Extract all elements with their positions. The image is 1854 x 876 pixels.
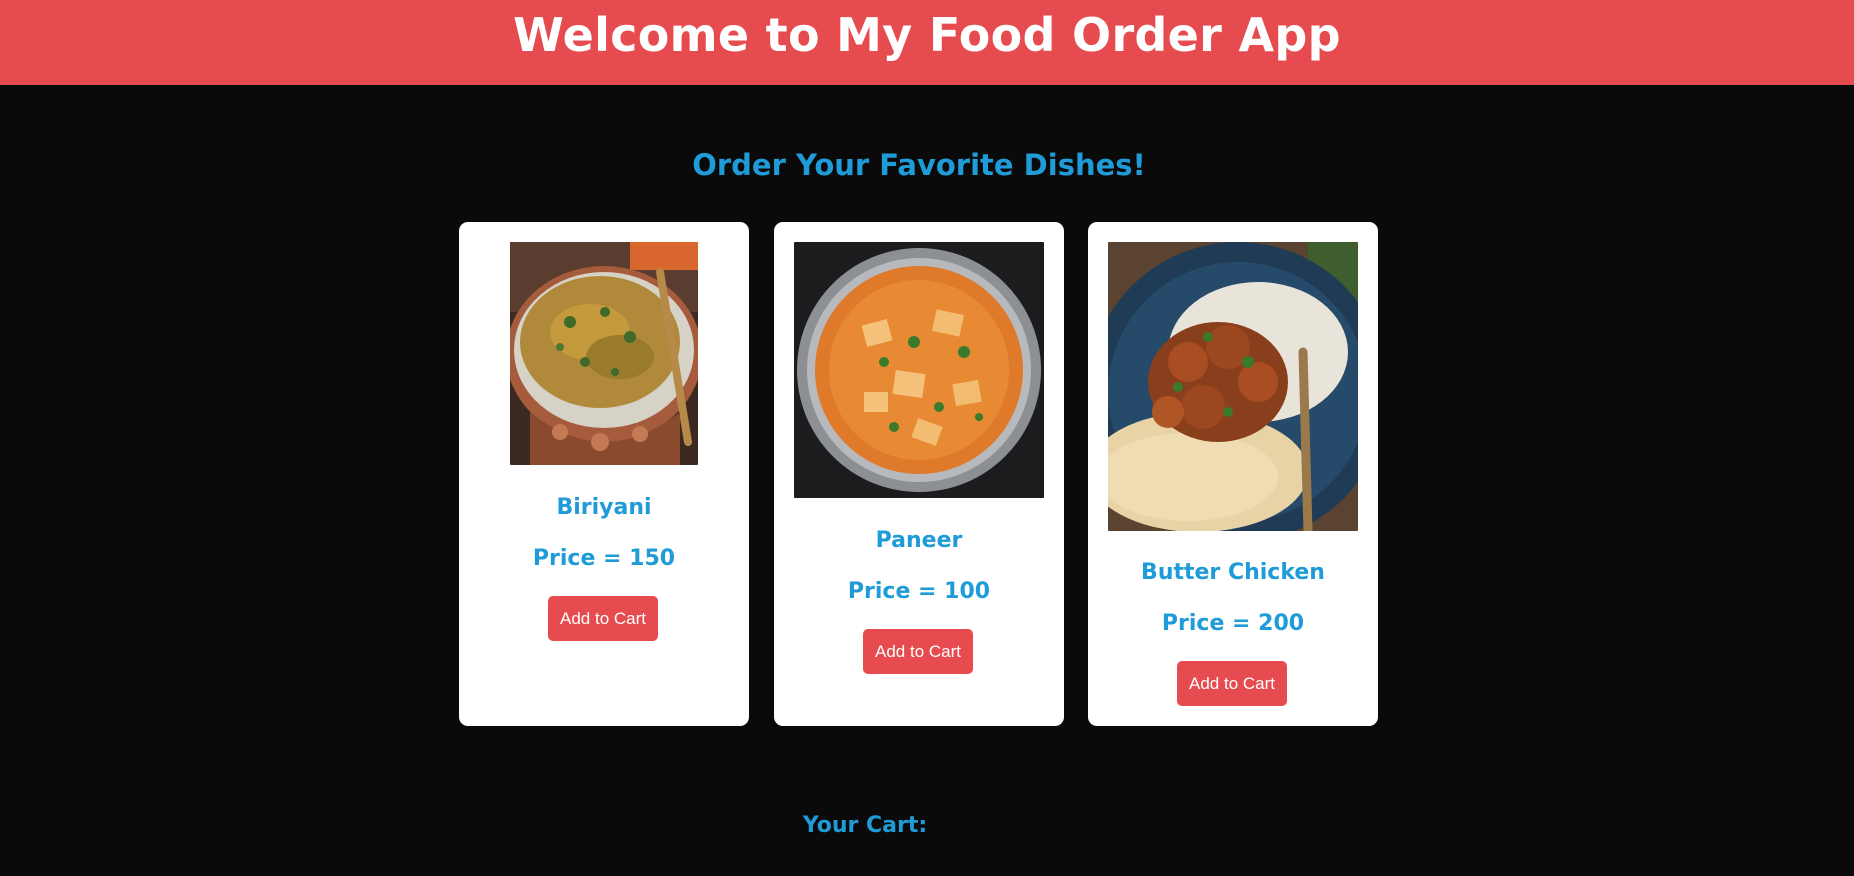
menu-heading: Order Your Favorite Dishes!: [692, 148, 1146, 182]
cart-heading: Your Cart:: [802, 813, 928, 838]
item-name: Butter Chicken: [1141, 560, 1325, 585]
food-card-biriyani: Biriyani Price = 150 Add to Cart: [459, 222, 749, 726]
app-title: Welcome to My Food Order App: [513, 8, 1341, 62]
add-to-cart-button[interactable]: Add to Cart: [548, 596, 658, 641]
paneer-image: [794, 242, 1044, 498]
app-header: Welcome to My Food Order App: [0, 0, 1854, 85]
food-card-butter-chicken: Butter Chicken Price = 200 Add to Cart: [1088, 222, 1378, 726]
butter-chicken-image: [1108, 242, 1358, 531]
item-price: Price = 200: [1161, 611, 1305, 636]
item-name: Biriyani: [556, 495, 652, 520]
food-card-paneer: Paneer Price = 100 Add to Cart: [774, 222, 1064, 726]
add-to-cart-button[interactable]: Add to Cart: [1177, 661, 1287, 706]
item-price: Price = 150: [532, 546, 676, 571]
add-to-cart-button[interactable]: Add to Cart: [863, 629, 973, 674]
item-price: Price = 100: [847, 579, 991, 604]
biriyani-image: [510, 242, 698, 465]
item-name: Paneer: [875, 528, 963, 553]
